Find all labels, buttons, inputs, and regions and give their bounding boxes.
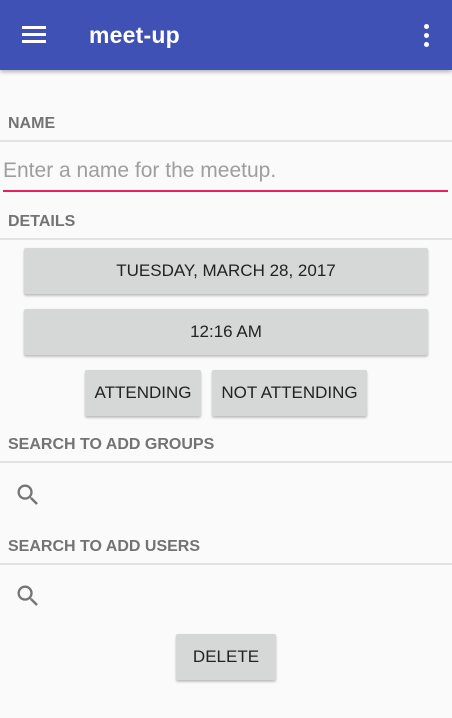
groups-search-icon[interactable] <box>14 481 42 509</box>
groups-section-label: SEARCH TO ADD GROUPS <box>8 436 215 453</box>
date-picker-button[interactable]: TUESDAY, MARCH 28, 2017 <box>24 248 428 294</box>
app-title: meet-up <box>89 22 180 48</box>
details-section-label: DETAILS <box>8 213 76 230</box>
attending-button[interactable]: ATTENDING <box>85 370 201 416</box>
users-search-icon[interactable] <box>14 582 42 610</box>
users-divider <box>0 563 452 565</box>
details-divider <box>0 238 452 240</box>
not-attending-button[interactable]: NOT ATTENDING <box>212 370 367 416</box>
app-bar: meet-up <box>0 0 452 70</box>
hamburger-menu-icon[interactable] <box>14 19 54 51</box>
name-divider <box>0 140 452 142</box>
time-picker-button[interactable]: 12:16 AM <box>24 309 428 355</box>
name-section-label: NAME <box>8 115 56 132</box>
delete-button[interactable]: DELETE <box>176 634 276 680</box>
users-section-label: SEARCH TO ADD USERS <box>8 538 201 555</box>
groups-divider <box>0 461 452 463</box>
more-vert-icon[interactable] <box>410 20 442 52</box>
meetup-name-input[interactable] <box>3 152 448 192</box>
